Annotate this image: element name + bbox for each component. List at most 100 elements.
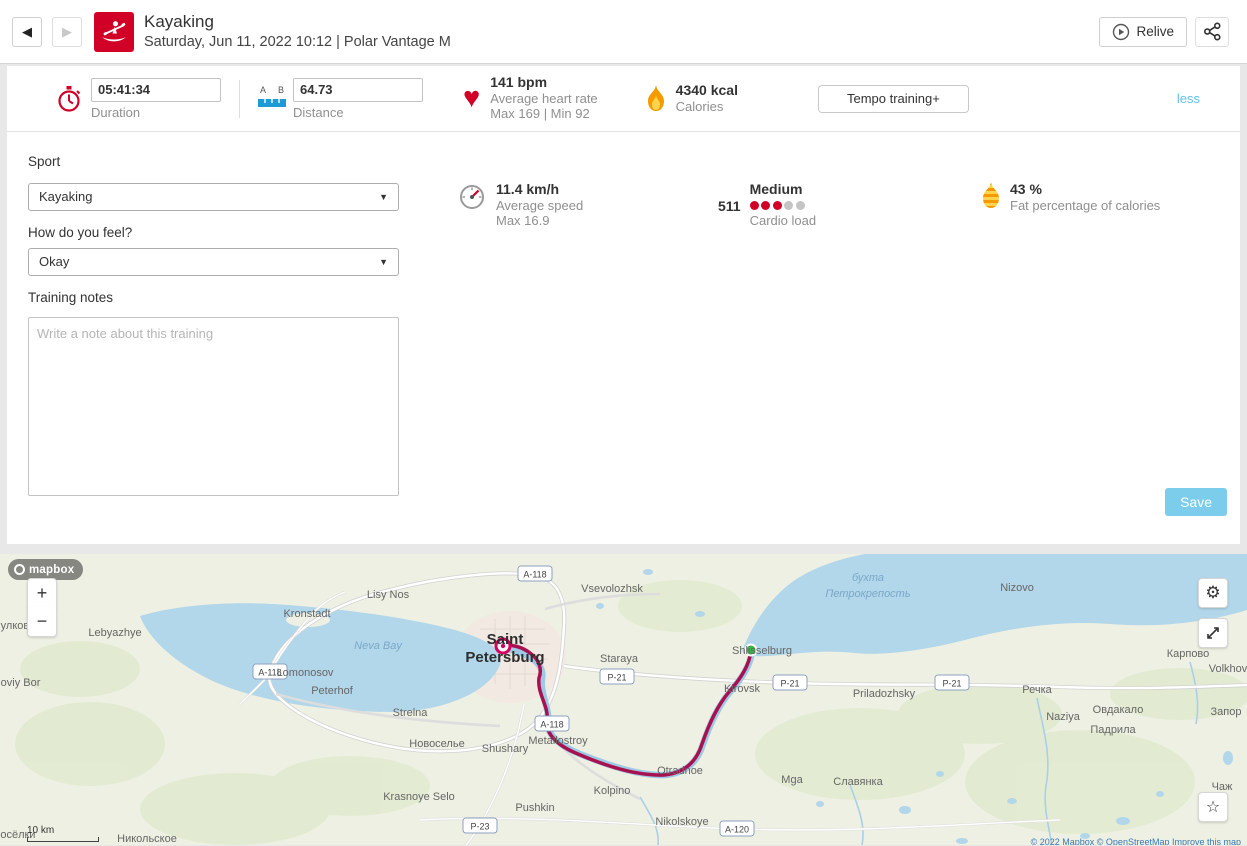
duration-input[interactable] xyxy=(91,77,221,102)
striped-flame-icon xyxy=(983,182,999,208)
cardio-load-metric: 511 Medium Cardio load xyxy=(718,181,817,228)
kayaking-sport-icon xyxy=(94,11,134,52)
calories-stat: 4340 kcal Calories xyxy=(646,82,738,114)
road-shield: P-23 xyxy=(462,817,498,834)
map-label: Krasnoye Selo xyxy=(383,791,455,803)
map-label: Падрила xyxy=(1090,724,1136,736)
map-settings-button[interactable]: ⚙ xyxy=(1198,578,1228,608)
map-label: Речка xyxy=(1022,684,1052,696)
zoom-in-button[interactable]: + xyxy=(27,578,57,608)
map-label: Lomonosov xyxy=(277,667,334,679)
map-label: Shushary xyxy=(482,743,529,755)
map-label: Peterhof xyxy=(311,685,354,697)
ruler-icon xyxy=(258,98,286,107)
map-label: Nizovo xyxy=(1000,582,1034,594)
gear-icon: ⚙ xyxy=(1205,583,1221,602)
sport-select-value: Kayaking xyxy=(39,189,93,204)
map-label: Новоселье xyxy=(409,738,464,750)
map-label: Vsevolozhsk xyxy=(581,583,643,595)
session-subtitle: Saturday, Jun 11, 2022 10:12 | Polar Van… xyxy=(144,34,451,50)
cardio-load-value: 511 xyxy=(718,198,741,214)
road-shield: P-21 xyxy=(599,668,635,685)
header-titles: Kayaking Saturday, Jun 11, 2022 10:12 | … xyxy=(144,11,451,52)
road-shield: А-120 xyxy=(719,820,755,837)
map-label: Kolpino xyxy=(594,785,631,797)
training-notes-textarea[interactable] xyxy=(28,317,399,496)
page-title: Kayaking xyxy=(144,12,214,31)
svg-text:P-23: P-23 xyxy=(470,822,489,832)
save-button[interactable]: Save xyxy=(1165,488,1227,516)
route-map[interactable]: А-118 А-118 А-118 P-21 P-21 P-21 P-23 А-120 Lis… xyxy=(0,554,1247,845)
map-label: Славянка xyxy=(833,776,883,788)
fat-percentage-value: 43 % xyxy=(1010,181,1042,197)
svg-text:А-118: А-118 xyxy=(523,570,546,580)
feel-select-value: Okay xyxy=(39,254,70,269)
map-scale-text: 10 km xyxy=(27,825,55,836)
fat-percentage-label: Fat percentage of calories xyxy=(1010,197,1161,213)
stats-row: Duration A B Distance xyxy=(7,66,1240,132)
cardio-dot xyxy=(761,200,771,210)
map-label: Petersburg xyxy=(465,649,544,666)
map-label: Neva Bay xyxy=(354,640,403,652)
map-label: Овдакало xyxy=(1093,704,1144,716)
map-label: Strelna xyxy=(393,707,429,719)
point-a-label: A xyxy=(260,84,267,95)
map-label: Pushkin xyxy=(515,802,554,814)
map-label: Запор xyxy=(1211,706,1242,718)
mapbox-logo-icon xyxy=(14,564,25,575)
max-speed: Max 16.9 xyxy=(496,213,550,228)
chevron-down-icon: ▼ xyxy=(379,192,388,202)
forward-button[interactable]: ▶ xyxy=(52,16,82,47)
map-attribution[interactable]: © 2022 Mapbox © OpenStreetMap Improve th… xyxy=(1031,837,1241,845)
calories-value: 4340 kcal xyxy=(675,82,738,98)
favorite-button[interactable]: ☆ xyxy=(1198,792,1228,822)
training-benefit-button[interactable]: Tempo training+ xyxy=(817,84,969,113)
training-summary-card: Duration A B Distance xyxy=(7,66,1240,544)
less-link[interactable]: less xyxy=(1177,91,1200,106)
heart-icon: ♥ xyxy=(463,82,481,114)
header: ◀ ▶ Kayaking Saturday, Jun 11, 2022 10:1… xyxy=(0,0,1247,64)
map-label: Lisy Nos xyxy=(367,589,410,601)
distance-label: Distance xyxy=(293,104,344,120)
play-circle-icon xyxy=(1113,23,1130,40)
calories-label: Calories xyxy=(675,98,724,114)
map-canvas: А-118А-118А-118P-21P-21 P-21P-23 А-120 Lis… xyxy=(0,554,1247,845)
zoom-out-button[interactable]: − xyxy=(27,607,57,637)
divider xyxy=(239,79,240,118)
back-button[interactable]: ◀ xyxy=(12,16,42,47)
mapbox-logo[interactable]: mapbox xyxy=(8,559,84,580)
svg-text:P-21: P-21 xyxy=(607,673,626,683)
heart-rate-stat: ♥ 141 bpm Average heart rate Max 169 | M… xyxy=(463,75,598,122)
feel-select[interactable]: Okay ▼ xyxy=(28,248,399,276)
map-label: Kronstadt xyxy=(283,608,330,620)
map-label: Петрокрепость xyxy=(825,588,911,600)
svg-text:А-120: А-120 xyxy=(725,825,749,835)
map-label: Никольское xyxy=(117,833,177,845)
expand-icon xyxy=(1207,627,1219,639)
avg-hr-label: Average heart rate xyxy=(490,90,598,106)
duration-label: Duration xyxy=(91,104,141,120)
svg-text:P-21: P-21 xyxy=(942,679,961,689)
cardio-dot xyxy=(749,200,759,210)
distance-ab-icon: A B xyxy=(258,85,286,113)
flame-icon xyxy=(647,85,664,111)
sport-select[interactable]: Kayaking ▼ xyxy=(28,183,399,211)
star-icon: ☆ xyxy=(1205,799,1221,816)
distance-input[interactable] xyxy=(293,77,423,102)
svg-text:P-21: P-21 xyxy=(780,679,799,689)
map-label: Priladozhsky xyxy=(853,688,916,700)
fullscreen-button[interactable] xyxy=(1198,618,1228,648)
svg-text:А-118: А-118 xyxy=(540,720,563,730)
chevron-down-icon: ▼ xyxy=(379,257,388,267)
avg-hr-value: 141 bpm xyxy=(490,74,548,91)
cardio-load-dots xyxy=(749,198,817,213)
cardio-load-level: Medium xyxy=(749,181,803,197)
share-button[interactable] xyxy=(1195,16,1229,47)
relive-button[interactable]: Relive xyxy=(1099,16,1187,47)
map-label: Shlisselburg xyxy=(732,645,792,657)
point-b-label: B xyxy=(277,84,284,95)
road-shield: А-118 xyxy=(517,565,553,582)
feel-label: How do you feel? xyxy=(28,225,133,240)
map-label: Metallostroy xyxy=(528,735,588,747)
map-label: Saint xyxy=(487,631,524,648)
